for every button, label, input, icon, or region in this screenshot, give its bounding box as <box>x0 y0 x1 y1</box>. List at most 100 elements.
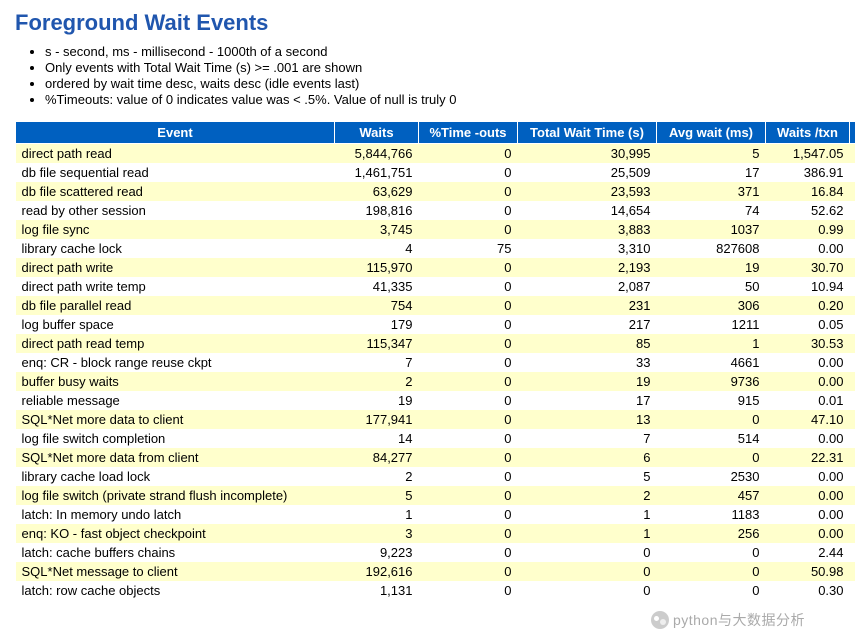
cell-event: read by other session <box>16 201 335 220</box>
cell-avg: 50 <box>657 277 766 296</box>
cell-timeouts: 0 <box>419 505 518 524</box>
cell-waits: 1,131 <box>335 581 419 600</box>
table-row: log file switch completion14075140.000.0… <box>16 429 855 448</box>
cell-wtxn: 0.00 <box>766 505 850 524</box>
cell-timeouts: 0 <box>419 144 518 164</box>
cell-waits: 179 <box>335 315 419 334</box>
cell-dbtime: 0.01 <box>850 410 855 429</box>
cell-event: SQL*Net more data to client <box>16 410 335 429</box>
cell-total: 2,087 <box>518 277 657 296</box>
cell-timeouts: 0 <box>419 448 518 467</box>
cell-timeouts: 0 <box>419 372 518 391</box>
cell-total: 1 <box>518 524 657 543</box>
cell-waits: 41,335 <box>335 277 419 296</box>
table-row: SQL*Net message to client192,61600050.98… <box>16 562 855 581</box>
cell-total: 85 <box>518 334 657 353</box>
cell-waits: 4 <box>335 239 419 258</box>
cell-wtxn: 0.00 <box>766 524 850 543</box>
table-row: enq: CR - block range reuse ckpt70334661… <box>16 353 855 372</box>
cell-event: direct path write <box>16 258 335 277</box>
cell-wtxn: 52.62 <box>766 201 850 220</box>
watermark: python与大数据分析 <box>651 610 805 630</box>
cell-event: direct path read temp <box>16 334 335 353</box>
cell-event: direct path read <box>16 144 335 164</box>
table-row: latch: row cache objects1,1310000.300.00 <box>16 581 855 600</box>
cell-event: log buffer space <box>16 315 335 334</box>
cell-total: 6 <box>518 448 657 467</box>
cell-timeouts: 75 <box>419 239 518 258</box>
cell-total: 19 <box>518 372 657 391</box>
cell-wtxn: 0.00 <box>766 353 850 372</box>
cell-wtxn: 0.01 <box>766 391 850 410</box>
cell-total: 3,883 <box>518 220 657 239</box>
cell-waits: 754 <box>335 296 419 315</box>
cell-waits: 63,629 <box>335 182 419 201</box>
table-row: SQL*Net more data from client84,27706022… <box>16 448 855 467</box>
cell-dbtime: 0.01 <box>850 448 855 467</box>
table-header-row: Event Waits %Time -outs Total Wait Time … <box>16 122 855 144</box>
cell-wtxn: 0.00 <box>766 429 850 448</box>
cell-timeouts: 0 <box>419 220 518 239</box>
cell-event: enq: CR - block range reuse ckpt <box>16 353 335 372</box>
cell-dbtime: 0.18 <box>850 315 855 334</box>
cell-avg: 1211 <box>657 315 766 334</box>
table-row: log buffer space179021712110.050.18 <box>16 315 855 334</box>
col-header-event: Event <box>16 122 335 144</box>
cell-waits: 5 <box>335 486 419 505</box>
note-item: %Timeouts: value of 0 indicates value wa… <box>45 92 855 107</box>
cell-avg: 19 <box>657 258 766 277</box>
cell-total: 13 <box>518 410 657 429</box>
cell-timeouts: 0 <box>419 277 518 296</box>
cell-dbtime: 0.00 <box>850 562 855 581</box>
cell-waits: 84,277 <box>335 448 419 467</box>
cell-event: direct path write temp <box>16 277 335 296</box>
table-row: enq: KO - fast object checkpoint3012560.… <box>16 524 855 543</box>
cell-event: latch: row cache objects <box>16 581 335 600</box>
cell-avg: 915 <box>657 391 766 410</box>
cell-avg: 1183 <box>657 505 766 524</box>
cell-avg: 17 <box>657 163 766 182</box>
cell-wtxn: 0.00 <box>766 467 850 486</box>
cell-dbtime: 1.87 <box>850 258 855 277</box>
table-row: buffer busy waits201997360.000.02 <box>16 372 855 391</box>
cell-waits: 198,816 <box>335 201 419 220</box>
cell-event: db file sequential read <box>16 163 335 182</box>
watermark-text: python与大数据分析 <box>673 612 805 628</box>
cell-dbtime: 0.01 <box>850 429 855 448</box>
cell-timeouts: 0 <box>419 467 518 486</box>
cell-wtxn: 0.20 <box>766 296 850 315</box>
cell-avg: 514 <box>657 429 766 448</box>
cell-waits: 14 <box>335 429 419 448</box>
section-title: Foreground Wait Events <box>15 10 855 36</box>
cell-total: 7 <box>518 429 657 448</box>
cell-timeouts: 0 <box>419 315 518 334</box>
table-row: library cache load lock20525300.000.00 <box>16 467 855 486</box>
cell-timeouts: 0 <box>419 163 518 182</box>
table-row: reliable message190179150.010.01 <box>16 391 855 410</box>
cell-avg: 0 <box>657 448 766 467</box>
cell-total: 17 <box>518 391 657 410</box>
cell-waits: 2 <box>335 467 419 486</box>
cell-total: 25,509 <box>518 163 657 182</box>
col-header-dbtime: % DB time <box>850 122 855 144</box>
cell-event: reliable message <box>16 391 335 410</box>
note-item: ordered by wait time desc, waits desc (i… <box>45 76 855 91</box>
cell-waits: 177,941 <box>335 410 419 429</box>
cell-event: library cache lock <box>16 239 335 258</box>
cell-dbtime: 0.03 <box>850 353 855 372</box>
table-row: direct path write115,97002,1931930.701.8… <box>16 258 855 277</box>
cell-avg: 2530 <box>657 467 766 486</box>
table-row: latch: In memory undo latch10111830.000.… <box>16 505 855 524</box>
cell-timeouts: 0 <box>419 296 518 315</box>
cell-dbtime: 0.00 <box>850 467 855 486</box>
table-row: latch: cache buffers chains9,2230002.440… <box>16 543 855 562</box>
col-header-wtxn: Waits /txn <box>766 122 850 144</box>
wechat-icon <box>651 611 669 629</box>
cell-total: 0 <box>518 543 657 562</box>
cell-total: 217 <box>518 315 657 334</box>
cell-wtxn: 0.00 <box>766 372 850 391</box>
cell-timeouts: 0 <box>419 391 518 410</box>
table-row: library cache lock4753,3108276080.002.82 <box>16 239 855 258</box>
cell-event: buffer busy waits <box>16 372 335 391</box>
cell-waits: 9,223 <box>335 543 419 562</box>
